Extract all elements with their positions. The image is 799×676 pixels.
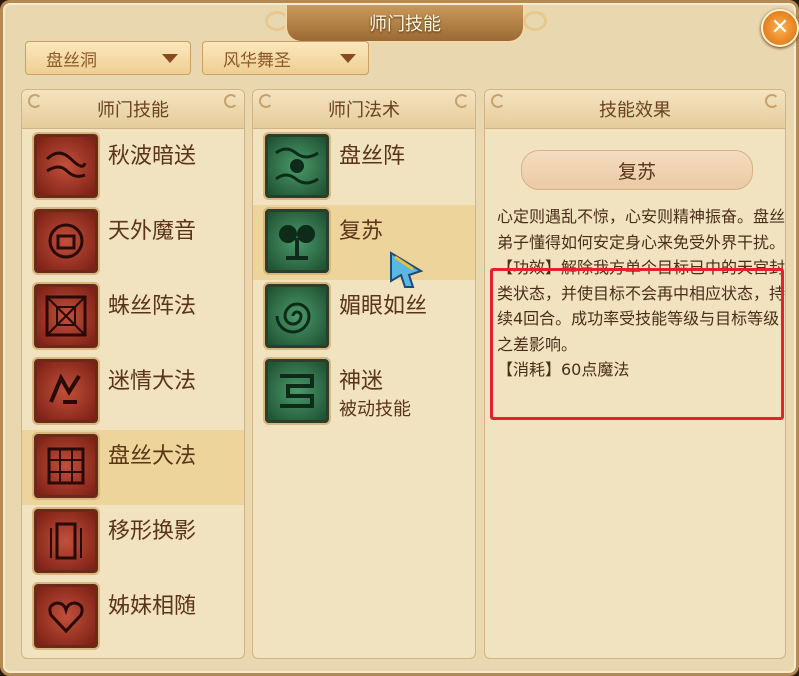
skill-name: 迷情大法 — [108, 369, 197, 394]
bell-icon — [34, 209, 98, 273]
figure-icon — [34, 509, 98, 573]
wave-eye-icon — [34, 134, 98, 198]
close-icon: ✕ — [770, 15, 790, 40]
spells-panel-title: 师门法术 — [328, 100, 400, 121]
effect-skill-title-plate: 复苏 — [521, 150, 753, 190]
skill-name: 秋波暗送 — [108, 144, 197, 169]
skill-name: 移形换影 — [108, 519, 197, 544]
skills-panel-title: 师门技能 — [97, 100, 169, 121]
chevron-down-icon — [162, 53, 178, 63]
effect-panel-header: 技能效果 — [485, 90, 785, 129]
spiral-icon — [265, 284, 329, 348]
tree-icon — [265, 209, 329, 273]
skill-name: 天外魔音 — [108, 219, 197, 244]
maze-icon — [265, 359, 329, 423]
corner-ornament — [491, 94, 505, 108]
spell-name: 神迷 — [339, 369, 384, 394]
spells-panel-header: 师门法术 — [253, 90, 475, 129]
effect-panel: 技能效果 复苏 心定则遇乱不惊，心安则精神振奋。盘丝弟子懂得如何安定身心来免受外… — [484, 89, 786, 659]
web-square-icon — [34, 284, 98, 348]
corner-ornament — [455, 94, 469, 108]
skills-panel-header: 师门技能 — [22, 90, 244, 129]
skill-item[interactable]: 姊妹相随 — [22, 580, 244, 655]
skill-item[interactable]: 天外魔音 — [22, 205, 244, 280]
chevron-down-icon — [340, 53, 356, 63]
spell-name: 复苏 — [339, 219, 384, 244]
heart-icon — [34, 584, 98, 648]
pointer-cursor-icon — [390, 251, 424, 288]
effect-skill-title: 复苏 — [617, 160, 656, 183]
spell-name: 盘丝阵 — [339, 144, 406, 169]
spell-name: 媚眼如丝 — [339, 294, 428, 319]
effect-panel-title: 技能效果 — [599, 100, 671, 121]
role-dropdown[interactable]: 风华舞圣 — [202, 41, 369, 75]
web-formation-icon — [265, 134, 329, 198]
effect-intro: 心定则遇乱不惊，心安则精神振奋。盘丝弟子懂得如何安定身心来免受外界干扰。 — [497, 207, 786, 252]
skills-panel: 师门技能 秋波暗送 天外魔音 蛛丝阵法 迷情大法 盘丝大法 移形换影 姊妹相随 — [21, 89, 245, 659]
spell-type-label: 被动技能 — [339, 399, 411, 420]
title-bar: 师门技能 — [3, 3, 796, 43]
corner-ornament — [224, 94, 238, 108]
skill-item[interactable]: 蛛丝阵法 — [22, 280, 244, 355]
close-button[interactable]: ✕ — [761, 9, 799, 47]
spell-item[interactable]: 复苏 — [253, 205, 475, 280]
scroll-ornament-right — [523, 11, 547, 31]
sect-dropdown-value: 盘丝洞 — [46, 50, 97, 71]
skill-item[interactable]: 秋波暗送 — [22, 130, 244, 205]
window-title: 师门技能 — [369, 14, 441, 35]
sect-dropdown[interactable]: 盘丝洞 — [25, 41, 191, 75]
spell-item[interactable]: 盘丝阵 — [253, 130, 475, 205]
skill-name: 盘丝大法 — [108, 444, 197, 469]
lattice-icon — [34, 434, 98, 498]
skill-name: 姊妹相随 — [108, 594, 197, 619]
skill-item[interactable]: 迷情大法 — [22, 355, 244, 430]
skills-window: 师门技能 ✕ 盘丝洞 风华舞圣 师门技能 秋波暗送 天外魔音 蛛丝阵法 迷情大法… — [0, 0, 799, 676]
corner-ornament — [765, 94, 779, 108]
skill-item[interactable]: 盘丝大法 — [22, 430, 244, 505]
spell-item[interactable]: 媚眼如丝 — [253, 280, 475, 355]
effect-efficacy: 【功效】解除我方单个目标已中的天宫封类状态，并使目标不会再中相应状态，持续4回合… — [497, 258, 786, 354]
spells-panel: 师门法术 盘丝阵 复苏 媚眼如丝 神迷 被动技能 — [252, 89, 476, 659]
corner-ornament — [28, 94, 42, 108]
skill-name: 蛛丝阵法 — [108, 294, 197, 319]
effect-cost: 【消耗】60点魔法 — [497, 360, 630, 379]
role-dropdown-value: 风华舞圣 — [223, 50, 291, 71]
title-plate: 师门技能 — [285, 5, 525, 43]
bird-icon — [34, 359, 98, 423]
spell-item[interactable]: 神迷 被动技能 — [253, 355, 475, 430]
corner-ornament — [259, 94, 273, 108]
skill-item[interactable]: 移形换影 — [22, 505, 244, 580]
effect-description: 心定则遇乱不惊，心安则精神振奋。盘丝弟子懂得如何安定身心来免受外界干扰。 【功效… — [497, 204, 785, 383]
